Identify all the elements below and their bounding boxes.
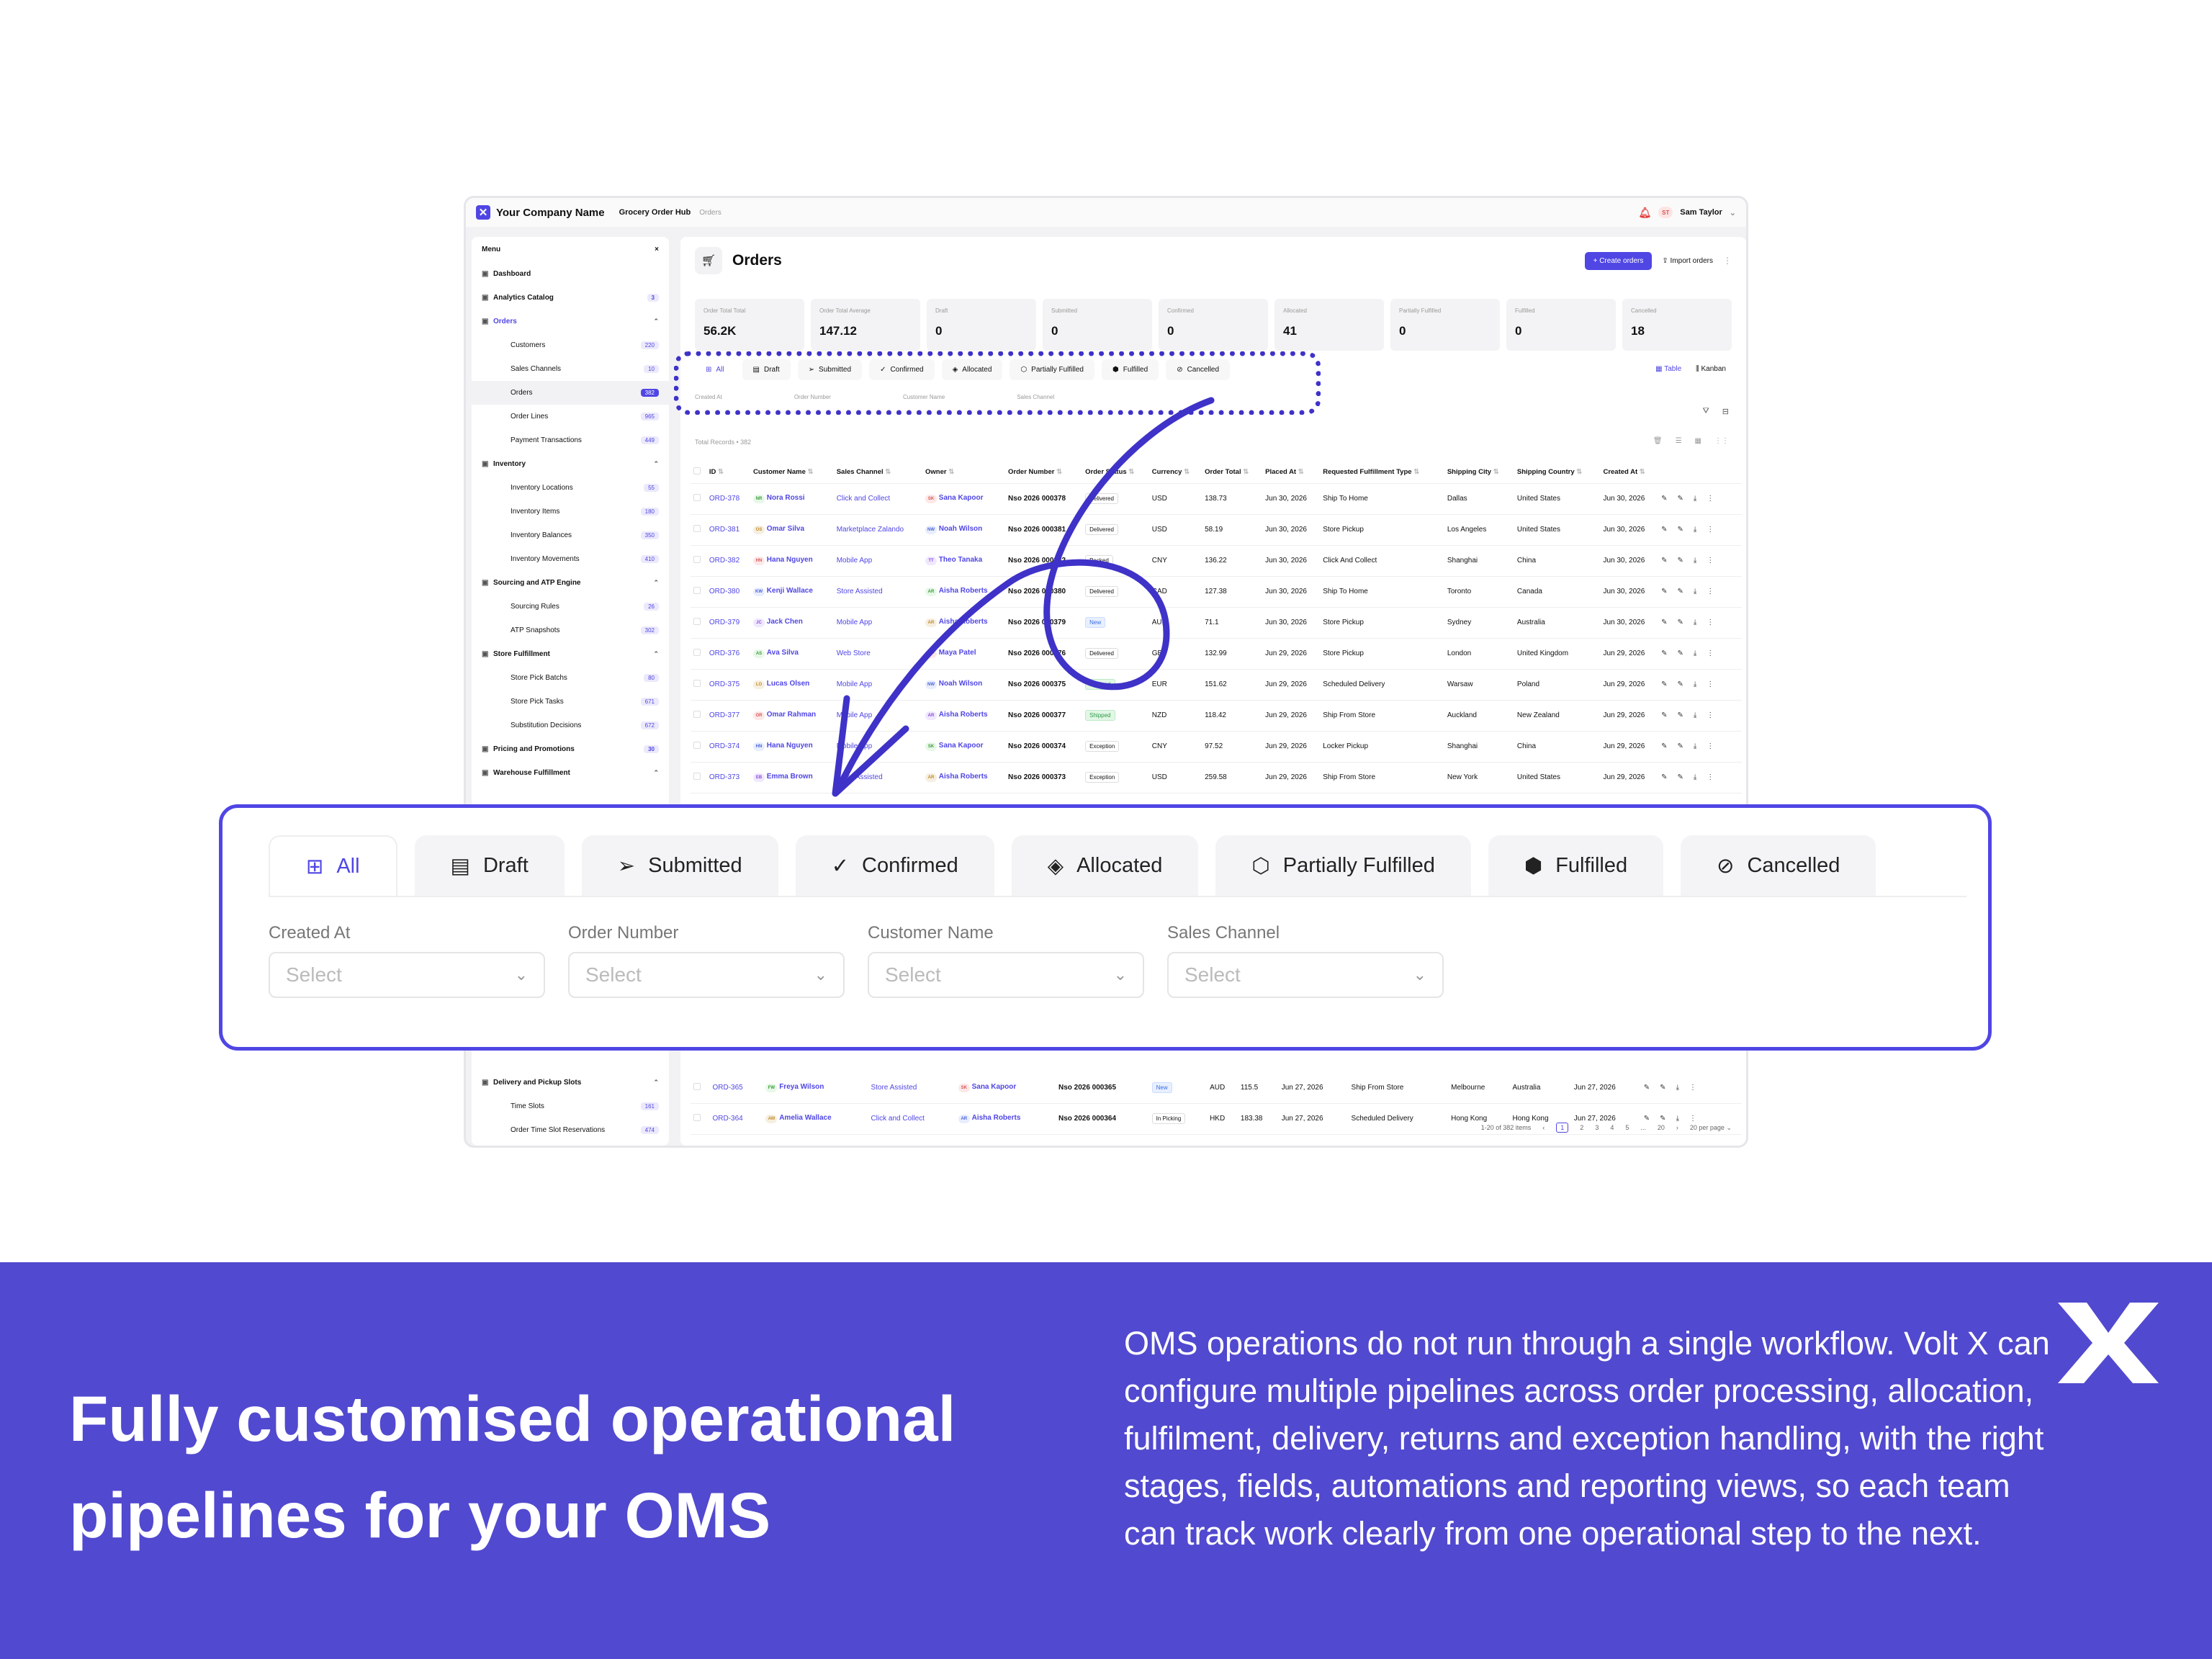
filter-select[interactable]: Select ⌄ <box>269 952 545 998</box>
box-icon: ⬡ <box>1251 854 1270 878</box>
chevron-down-icon: ⌄ <box>1113 966 1127 984</box>
filter-group: Created At Select ⌄ <box>269 923 545 998</box>
chevron-down-icon: ⌄ <box>514 966 528 984</box>
ban-icon: ⊘ <box>1717 854 1735 878</box>
zoom-tab-allocated[interactable]: ◈ Allocated <box>1011 835 1199 896</box>
zoom-tab-all[interactable]: ⊞ All <box>269 835 397 896</box>
document-icon: ▤ <box>450 854 470 878</box>
zoom-tab-draft[interactable]: ▤ Draft <box>414 835 565 896</box>
zoom-tab-fulfilled[interactable]: ⬢ Fulfilled <box>1488 835 1664 896</box>
filter-label: Sales Channel <box>1167 923 1280 943</box>
filter-group: Customer Name Select ⌄ <box>868 923 1144 998</box>
box-check-icon: ⬢ <box>1524 854 1543 878</box>
marketing-band: Fully customised operational pipelines f… <box>0 1262 2212 1659</box>
filter-group: Order Number Select ⌄ <box>568 923 845 998</box>
chevron-down-icon: ⌄ <box>814 966 827 984</box>
check-circle-icon: ✓ <box>831 854 849 878</box>
filter-select[interactable]: Select ⌄ <box>868 952 1144 998</box>
filter-label: Customer Name <box>868 923 994 943</box>
volt-x-logo-icon <box>2058 1303 2159 1383</box>
zoom-tab-cancelled[interactable]: ⊘ Cancelled <box>1681 835 1876 896</box>
layers-icon: ◈ <box>1047 854 1064 878</box>
zoom-tab-confirmed[interactable]: ✓ Confirmed <box>795 835 994 896</box>
grid-icon: ⊞ <box>306 855 324 878</box>
filter-label: Created At <box>269 923 351 943</box>
filter-select[interactable]: Select ⌄ <box>1167 952 1444 998</box>
filter-group: Sales Channel Select ⌄ <box>1167 923 1444 998</box>
zoomed-filter-panel: ⊞ All ▤ Draft ➢ Submitted ✓ Confirmed ◈ Allocated… <box>219 804 1992 1051</box>
zoom-tab-partially-fulfilled[interactable]: ⬡ Partially Fulfilled <box>1215 835 1471 896</box>
send-icon: ➢ <box>617 854 636 878</box>
zoom-tab-submitted[interactable]: ➢ Submitted <box>581 835 778 896</box>
filter-label: Order Number <box>568 923 679 943</box>
band-title: Fully customised operational pipelines f… <box>69 1382 956 1551</box>
band-body: OMS operations do not run through a sing… <box>1124 1325 2050 1552</box>
chevron-down-icon: ⌄ <box>1413 966 1426 984</box>
filter-select[interactable]: Select ⌄ <box>568 952 845 998</box>
